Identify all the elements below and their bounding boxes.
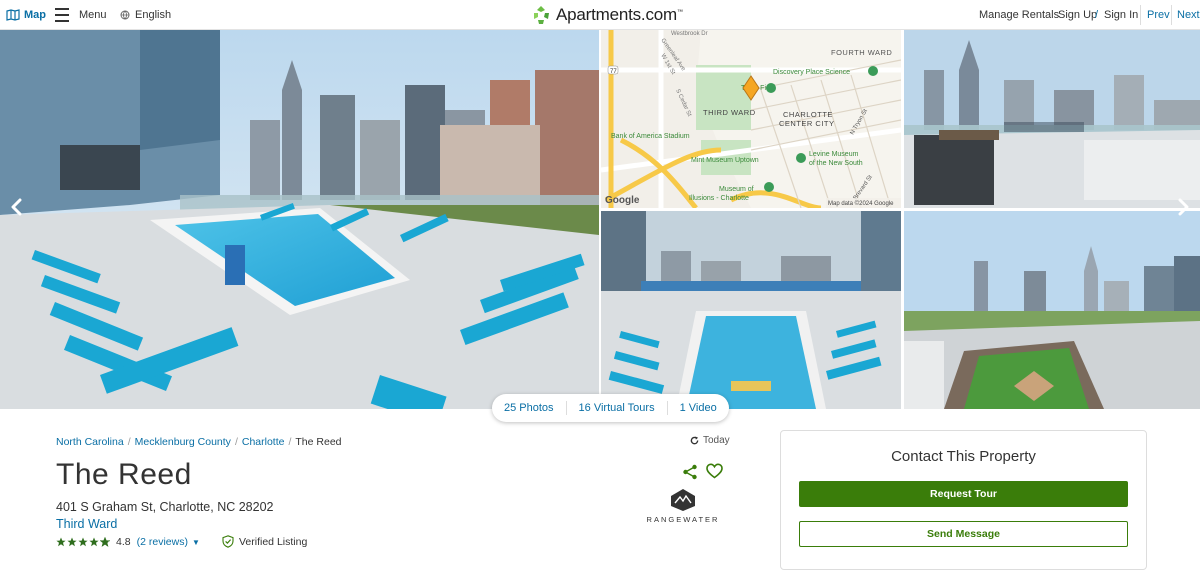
verified-listing-badge[interactable]: Verified Listing: [222, 535, 307, 548]
gallery-next-button[interactable]: [1172, 195, 1196, 219]
breadcrumb-state[interactable]: North Carolina: [56, 436, 124, 448]
map-route-label: 77: [610, 69, 617, 75]
map-label: Levine Museum: [809, 151, 859, 158]
request-tour-button[interactable]: Request Tour: [799, 481, 1128, 507]
prev-listing-link[interactable]: Prev: [1147, 0, 1170, 30]
photos-tab[interactable]: 25 Photos: [492, 401, 566, 415]
rangewater-logo-icon: [671, 489, 695, 511]
refresh-icon: [690, 436, 699, 445]
media-tabs: 25 Photos 16 Virtual Tours 1 Video: [492, 394, 729, 422]
menu-button-label: Menu: [79, 9, 107, 21]
shield-check-icon: [222, 535, 234, 548]
rating-score: 4.8: [116, 536, 131, 548]
management-company-logo[interactable]: RANGEWATER: [646, 488, 720, 524]
chevron-down-icon[interactable]: ▼: [192, 538, 200, 547]
map-label: Westbrook Dr: [671, 31, 708, 37]
rating-summary: 4.8 (2 reviews) ▼: [56, 536, 200, 548]
star-icon: [78, 537, 88, 547]
breadcrumb-current: The Reed: [295, 436, 342, 448]
top-nav-bar: Map Menu English Apartments.com™ Manage …: [0, 0, 1200, 30]
nav-divider: [1171, 5, 1172, 25]
video-tab[interactable]: 1 Video: [666, 401, 729, 415]
verified-listing-label: Verified Listing: [239, 535, 308, 548]
logo-icon: [534, 6, 549, 24]
menu-icon: [55, 8, 69, 22]
star-icon: [56, 537, 66, 547]
breadcrumb-city[interactable]: Charlotte: [242, 436, 285, 448]
share-button[interactable]: [682, 464, 698, 485]
photo-gallery: 77 FOURTH WARD Discovery Place Science T…: [0, 30, 1200, 409]
contact-property-card: Contact This Property Request Tour Send …: [780, 430, 1147, 570]
contact-heading: Contact This Property: [891, 448, 1036, 465]
chevron-left-icon: [11, 198, 22, 216]
last-updated-label: Today: [703, 435, 730, 446]
chevron-right-icon: [1178, 198, 1189, 216]
map-google-logo: Google: [605, 195, 640, 206]
location-map[interactable]: 77 FOURTH WARD Discovery Place Science T…: [601, 30, 901, 208]
nav-divider: [1140, 5, 1141, 25]
virtual-tours-tab[interactable]: 16 Virtual Tours: [565, 401, 667, 415]
photo-pool-aerial[interactable]: [601, 211, 901, 409]
last-updated: Today: [690, 435, 730, 446]
map-label: of the New South: [809, 160, 863, 167]
star-rating: [56, 537, 110, 547]
next-listing-link[interactable]: Next: [1177, 0, 1200, 30]
language-label: English: [135, 9, 172, 21]
map-attribution: Map data ©2024 Google: [828, 200, 894, 207]
property-address: 401 S Graham St, Charlotte, NC 28202: [56, 500, 274, 514]
map-label: CHARLOTTE: [783, 110, 833, 119]
sign-up-link[interactable]: Sign Up: [1058, 0, 1097, 30]
map-label: Mint Museum Uptown: [691, 157, 759, 164]
management-company-name: RANGEWATER: [646, 515, 720, 524]
globe-icon: [120, 10, 130, 20]
apartments-logo[interactable]: Apartments.com™: [530, 0, 683, 30]
breadcrumb: North Carolina / Mecklenburg County / Charlo…: [56, 436, 342, 448]
auth-separator: /: [1095, 9, 1099, 21]
map-icon: [6, 9, 20, 21]
favorite-button[interactable]: [706, 463, 723, 484]
reviews-link[interactable]: (2 reviews): [137, 536, 188, 548]
menu-button[interactable]: Menu: [55, 0, 107, 30]
photo-ballpark-view[interactable]: [904, 211, 1200, 409]
map-label: Discovery Place Science: [773, 69, 850, 76]
photo-rooftop-lounge[interactable]: [904, 30, 1200, 208]
gallery-prev-button[interactable]: [4, 195, 28, 219]
logo-text: Apartments.com™: [556, 5, 683, 24]
main-photo-rooftop-pool[interactable]: [0, 30, 599, 409]
star-half-icon: [100, 537, 110, 547]
send-message-button[interactable]: Send Message: [799, 521, 1128, 547]
map-label: CENTER CITY: [779, 119, 835, 128]
map-label: Illusions - Charlotte: [689, 195, 749, 202]
map-label: THIRD WARD: [703, 108, 756, 117]
map-button-label: Map: [24, 9, 46, 21]
breadcrumb-county[interactable]: Mecklenburg County: [135, 436, 231, 448]
neighborhood-link[interactable]: Third Ward: [56, 517, 117, 531]
manage-rentals-link[interactable]: Manage Rentals: [979, 0, 1059, 30]
share-icon: [683, 464, 697, 480]
map-label: Museum of: [719, 186, 754, 193]
star-icon: [89, 537, 99, 547]
map-button[interactable]: Map: [6, 0, 46, 30]
heart-icon: [706, 463, 723, 479]
map-label: Bank of America Stadium: [611, 133, 690, 140]
sign-in-link[interactable]: Sign In: [1104, 0, 1138, 30]
language-selector[interactable]: English: [120, 0, 171, 30]
property-title: The Reed: [56, 458, 192, 491]
star-icon: [67, 537, 77, 547]
map-label: FOURTH WARD: [831, 48, 892, 57]
